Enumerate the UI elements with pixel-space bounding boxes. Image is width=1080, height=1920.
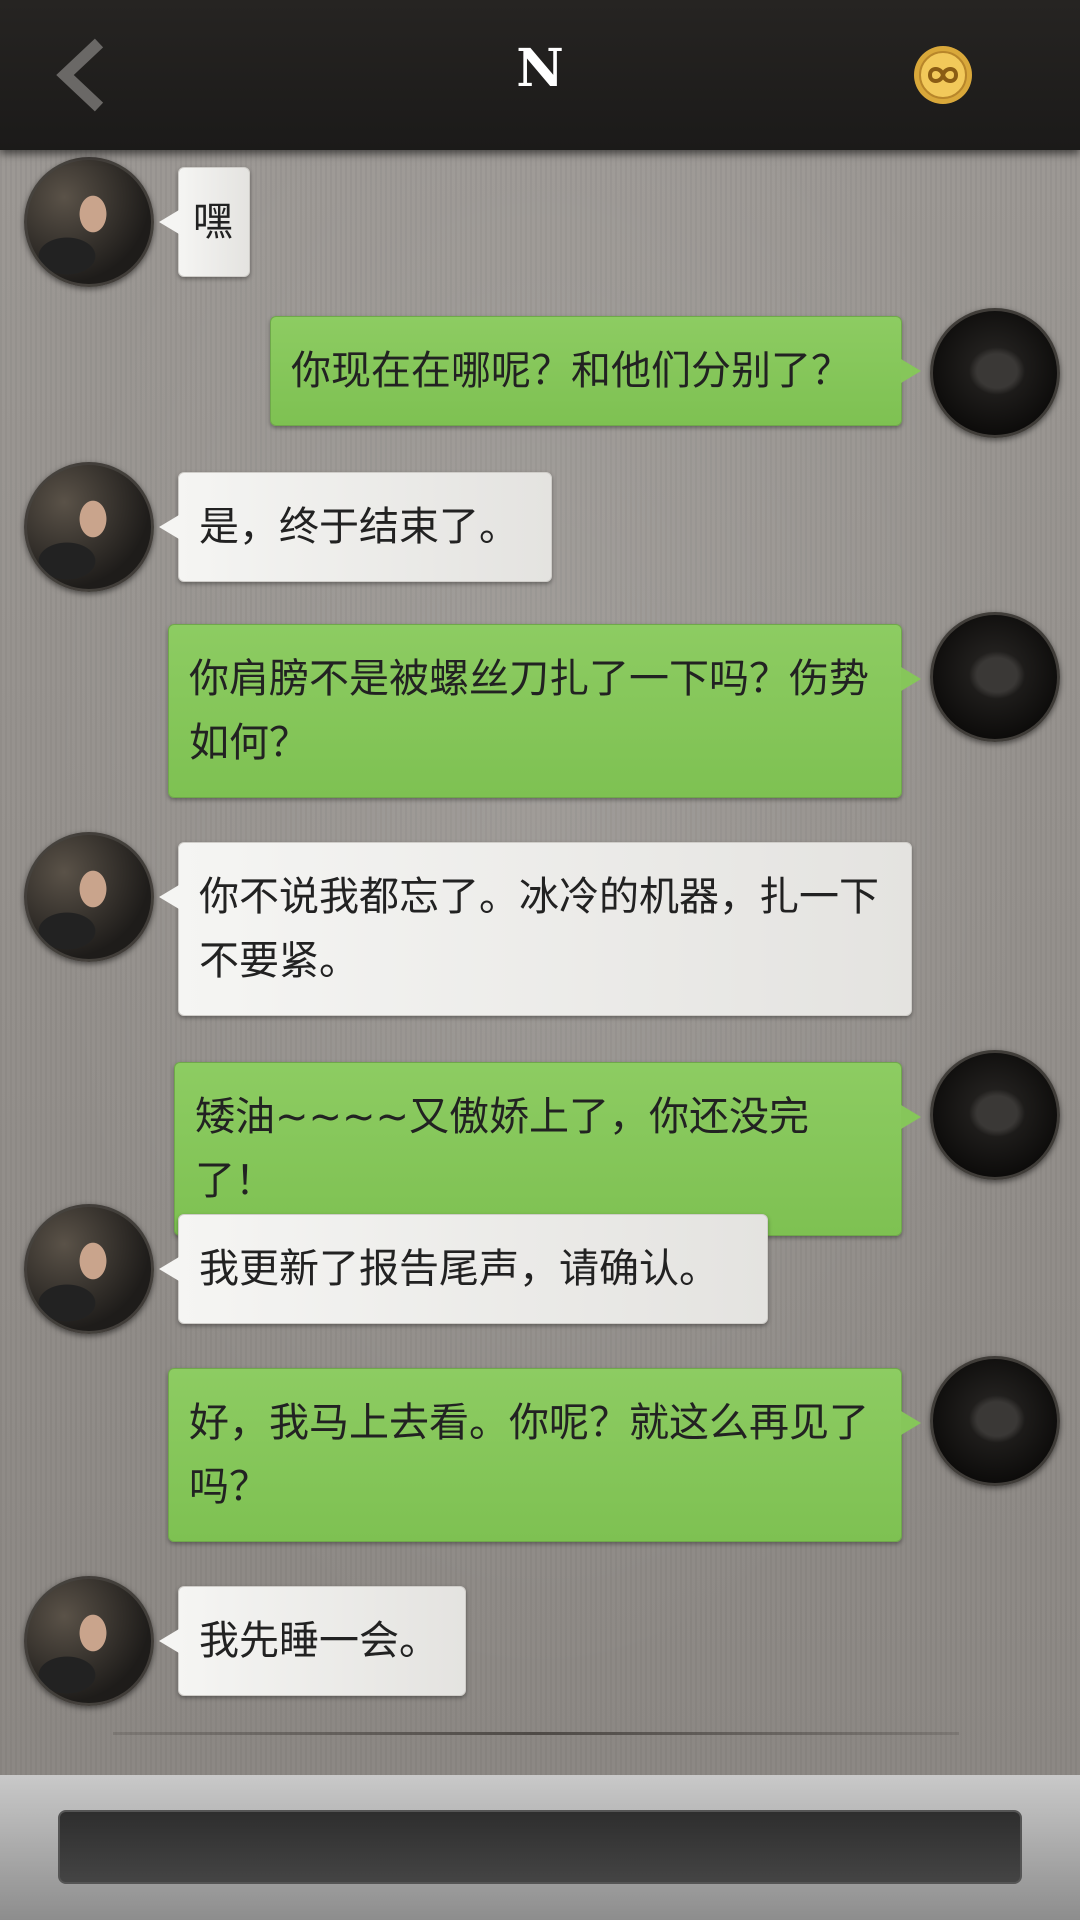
my-avatar[interactable] xyxy=(930,1050,1060,1180)
coin-button[interactable] xyxy=(912,44,974,106)
friend-avatar[interactable] xyxy=(24,832,154,962)
incoming-message[interactable]: 我先睡一会。 xyxy=(159,1586,466,1696)
top-bar: N xyxy=(0,0,1080,150)
chat-area[interactable]: 嘿 你现在在哪呢？和他们分别了？ 是，终于结束了。 你肩膀不是被螺丝刀扎了一下吗… xyxy=(0,150,1080,1775)
friend-avatar[interactable] xyxy=(24,157,154,287)
incoming-message[interactable]: 是，终于结束了。 xyxy=(159,472,552,582)
incoming-message[interactable]: 我更新了报告尾声，请确认。 xyxy=(159,1214,768,1324)
my-avatar[interactable] xyxy=(930,612,1060,742)
incoming-message[interactable]: 你不说我都忘了。冰冷的机器，扎一下不要紧。 xyxy=(159,842,912,1016)
my-avatar[interactable] xyxy=(930,308,1060,438)
chat-end-divider xyxy=(113,1732,959,1735)
message-input[interactable] xyxy=(58,1810,1022,1884)
outgoing-message[interactable]: 矮油~~~~又傲娇上了，你还没完了！ xyxy=(174,1062,921,1236)
friend-avatar[interactable] xyxy=(24,1576,154,1706)
outgoing-message[interactable]: 你肩膀不是被螺丝刀扎了一下吗？伤势如何？ xyxy=(168,624,921,798)
my-avatar[interactable] xyxy=(930,1356,1060,1486)
input-bar xyxy=(0,1775,1080,1920)
outgoing-message[interactable]: 好，我马上去看。你呢？就这么再见了吗？ xyxy=(168,1368,921,1542)
infinity-coin-icon xyxy=(914,46,972,104)
incoming-message[interactable]: 嘿 xyxy=(159,167,250,277)
friend-avatar[interactable] xyxy=(24,462,154,592)
outgoing-message[interactable]: 你现在在哪呢？和他们分别了？ xyxy=(270,316,921,426)
friend-avatar[interactable] xyxy=(24,1204,154,1334)
